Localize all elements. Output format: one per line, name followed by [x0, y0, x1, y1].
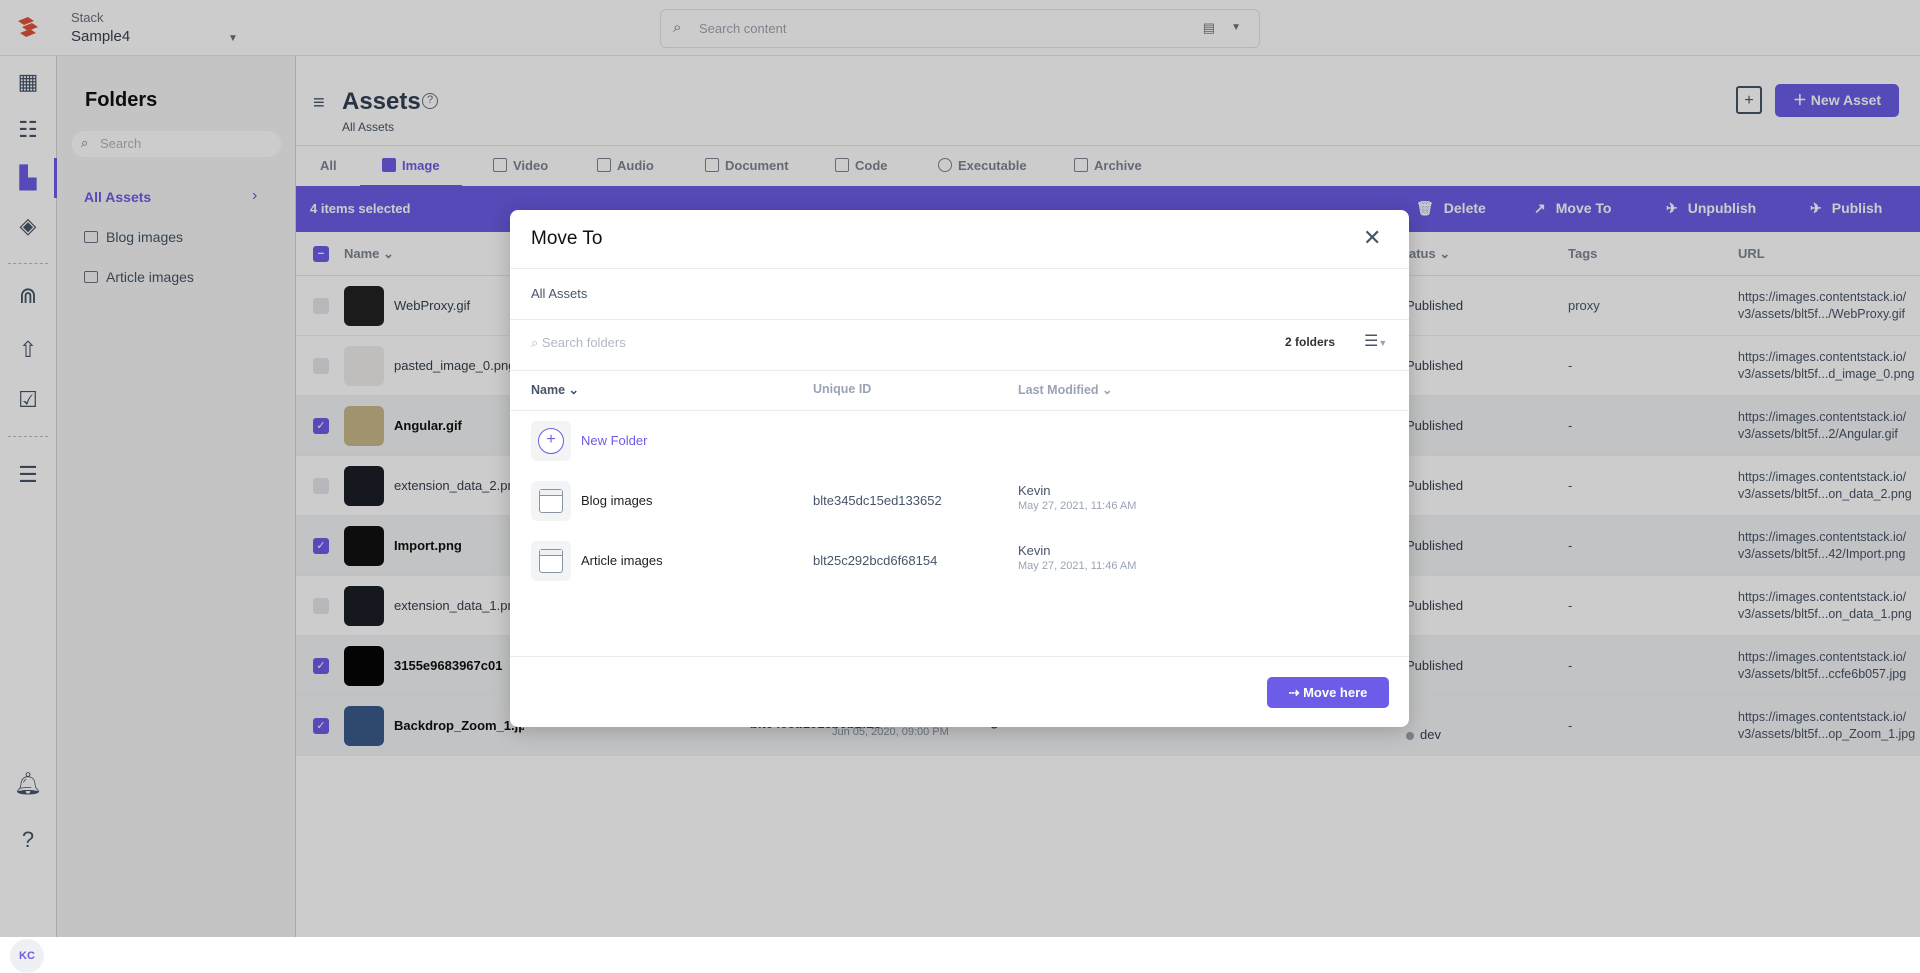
folder-search-input[interactable]: ⌕ Search folders: [531, 335, 626, 351]
modified-date: May 27, 2021, 11:46 AM: [1018, 560, 1137, 572]
folder-icon: [531, 541, 571, 581]
folder-name: Blog images: [581, 493, 653, 508]
column-last-modified[interactable]: Last Modified ⌄: [1018, 382, 1113, 397]
column-label: Last Modified: [1018, 383, 1099, 397]
folder-uid: blt25c292bcd6f68154: [813, 553, 938, 568]
modified-date: May 27, 2021, 11:46 AM: [1018, 500, 1137, 512]
folder-count: 2 folders: [1285, 335, 1336, 349]
new-folder-row[interactable]: + New Folder: [531, 421, 1391, 461]
divider: [510, 370, 1409, 371]
divider: [510, 410, 1409, 411]
column-name[interactable]: Name ⌄: [531, 382, 579, 397]
folder-icon: [531, 481, 571, 521]
move-to-modal: Move To ✕ All Assets ⌕ Search folders 2 …: [510, 210, 1409, 727]
modal-breadcrumb[interactable]: All Assets: [531, 286, 587, 301]
move-here-label: Move here: [1303, 685, 1368, 700]
search-icon: ⌕: [531, 335, 542, 350]
close-icon[interactable]: ✕: [1363, 225, 1381, 251]
list-view-icon[interactable]: ☰▼: [1364, 331, 1387, 351]
divider: [510, 319, 1409, 320]
folder-row[interactable]: Blog images blte345dc15ed133652 Kevin Ma…: [531, 481, 1391, 521]
avatar[interactable]: KC: [10, 939, 44, 973]
modal-title: Move To: [531, 228, 603, 249]
divider: [510, 656, 1409, 657]
column-label: Name: [531, 383, 566, 397]
move-here-button[interactable]: ⇢ Move here: [1267, 677, 1389, 708]
column-unique-id: Unique ID: [813, 382, 872, 396]
arrow-right-icon: ⇢: [1288, 685, 1304, 700]
folder-row[interactable]: Article images blt25c292bcd6f68154 Kevin…: [531, 541, 1391, 581]
add-folder-icon: +: [531, 421, 571, 461]
folder-uid: blte345dc15ed133652: [813, 493, 942, 508]
modified-by: Kevin: [1018, 543, 1051, 558]
modified-by: Kevin: [1018, 483, 1051, 498]
folder-name: Article images: [581, 553, 663, 568]
divider: [510, 268, 1409, 269]
new-folder-label: New Folder: [581, 433, 648, 448]
search-placeholder: Search folders: [541, 335, 626, 350]
